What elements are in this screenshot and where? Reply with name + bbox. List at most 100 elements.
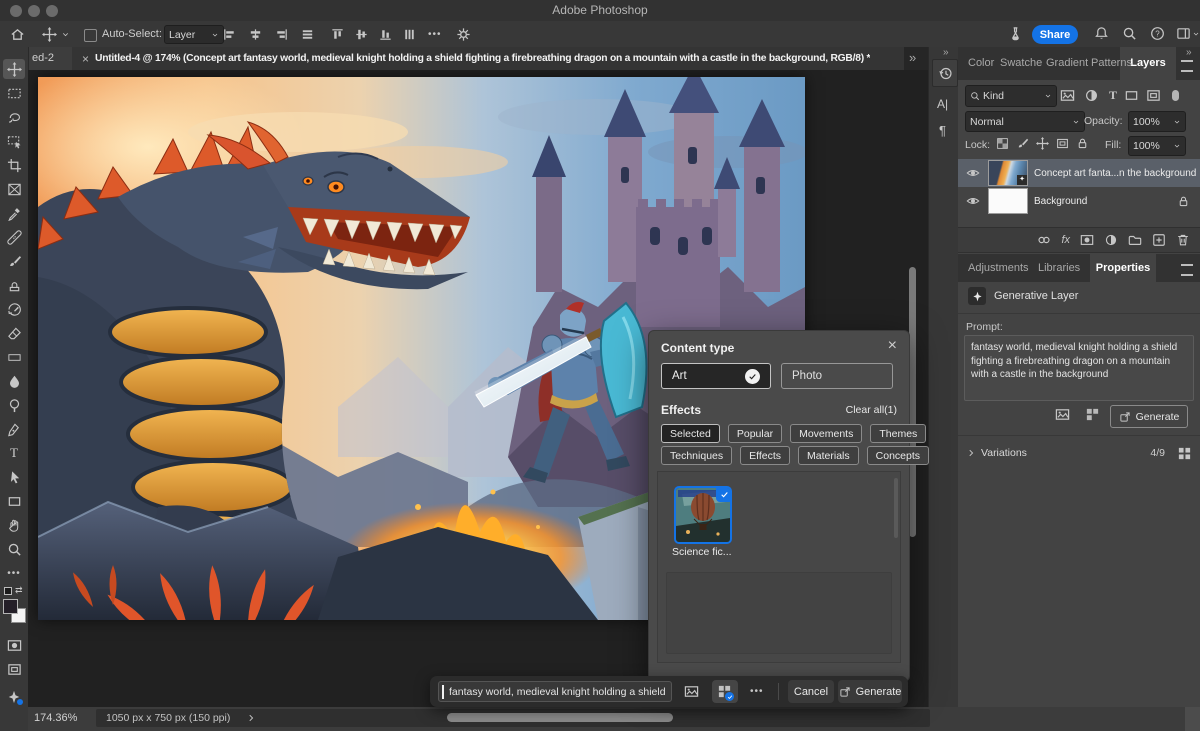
eraser-tool[interactable]	[3, 323, 25, 343]
tab-gradients[interactable]: Gradient	[1046, 47, 1088, 80]
history-panel-icon[interactable]	[932, 59, 958, 87]
opacity-value[interactable]: 100%	[1128, 111, 1186, 132]
effect-thumbnail-science-fiction[interactable]	[674, 486, 732, 544]
align-right-icon[interactable]	[274, 27, 289, 42]
strip-overflow-icon[interactable]: »	[943, 47, 949, 58]
tag-selected[interactable]: Selected	[661, 424, 720, 443]
dodge-tool[interactable]	[3, 395, 25, 415]
cancel-button[interactable]: Cancel	[788, 680, 834, 703]
window-close-button[interactable]	[10, 5, 22, 17]
eyedropper-tool[interactable]	[3, 203, 25, 223]
lock-pixels-icon[interactable]	[1016, 137, 1029, 150]
auto-select-checkbox[interactable]	[84, 29, 97, 42]
tag-techniques[interactable]: Techniques	[661, 446, 732, 465]
align-center-horizontal-icon[interactable]	[248, 27, 263, 42]
type-tool[interactable]: T	[3, 443, 25, 463]
content-type-button[interactable]	[712, 680, 738, 703]
tag-materials[interactable]: Materials	[798, 446, 859, 465]
move-tool[interactable]	[3, 59, 25, 79]
more-options-icon[interactable]: •••	[750, 686, 764, 697]
filter-pixel-layers-icon[interactable]	[1060, 88, 1075, 103]
filter-type-layers-icon[interactable]: T	[1109, 88, 1117, 103]
link-layers-icon[interactable]	[1037, 233, 1051, 247]
layer-effects-icon[interactable]: fx	[1061, 234, 1070, 246]
layer-row-generative[interactable]: ✦ Concept art fanta...n the background	[958, 159, 1200, 187]
share-button[interactable]: Share	[1032, 25, 1078, 44]
distribute-vertical-icon[interactable]	[402, 27, 417, 42]
distribute-horizontal-icon[interactable]	[300, 27, 315, 42]
reference-image-icon[interactable]	[1055, 407, 1070, 422]
lasso-tool[interactable]	[3, 107, 25, 127]
fill-value[interactable]: 100%	[1128, 136, 1186, 156]
panel-menu-icon[interactable]	[1181, 264, 1193, 276]
tab-color[interactable]: Color	[968, 47, 994, 80]
clone-stamp-tool[interactable]	[3, 275, 25, 295]
layer-thumbnail[interactable]	[988, 188, 1028, 214]
filter-smart-objects-icon[interactable]	[1146, 88, 1161, 103]
close-dialog-icon[interactable]: ×	[888, 337, 897, 355]
align-left-icon[interactable]	[222, 27, 237, 42]
add-mask-icon[interactable]	[1080, 233, 1094, 247]
flask-icon[interactable]	[1008, 26, 1023, 41]
window-zoom-button[interactable]	[46, 5, 58, 17]
path-selection-tool[interactable]	[3, 467, 25, 487]
filter-shape-layers-icon[interactable]	[1124, 88, 1139, 103]
hand-tool[interactable]	[3, 515, 25, 535]
tab-patterns[interactable]: Patterns	[1091, 47, 1132, 80]
frame-tool[interactable]	[3, 179, 25, 199]
align-top-icon[interactable]	[330, 27, 345, 42]
screen-mode-icon[interactable]	[3, 659, 25, 679]
layer-thumbnail[interactable]: ✦	[988, 160, 1028, 186]
content-type-art-button[interactable]: Art	[661, 363, 771, 389]
new-group-icon[interactable]	[1128, 233, 1142, 247]
window-minimize-button[interactable]	[28, 5, 40, 17]
tab-document-active[interactable]: × Untitled-4 @ 174% (Concept art fantasy…	[72, 47, 904, 70]
tab-libraries[interactable]: Libraries	[1038, 254, 1080, 282]
delete-layer-icon[interactable]	[1176, 233, 1190, 247]
layer-visibility-icon[interactable]	[966, 194, 980, 208]
panel-resize-corner[interactable]	[1185, 707, 1200, 731]
filter-adjustment-layers-icon[interactable]	[1084, 88, 1099, 103]
tag-concepts[interactable]: Concepts	[867, 446, 929, 465]
chevron-right-icon[interactable]	[246, 713, 256, 723]
tab-document-previous[interactable]: ed-2	[28, 47, 75, 70]
object-selection-tool[interactable]	[3, 131, 25, 151]
gear-icon[interactable]	[456, 27, 471, 42]
align-bottom-icon[interactable]	[378, 27, 393, 42]
lock-position-icon[interactable]	[1036, 137, 1049, 150]
tag-movements[interactable]: Movements	[790, 424, 862, 443]
marquee-tool[interactable]	[3, 83, 25, 103]
swap-colors-icon[interactable]: ⇄	[15, 585, 23, 596]
clear-all-link[interactable]: Clear all(1)	[846, 404, 897, 416]
tag-effects[interactable]: Effects	[740, 446, 790, 465]
auto-select-target-dropdown[interactable]: Layer	[164, 25, 224, 44]
workspace-layout-icon[interactable]	[1176, 26, 1191, 41]
prompt-textarea[interactable]: fantasy world, medieval knight holding a…	[964, 335, 1194, 401]
layer-row-background[interactable]: Background	[958, 187, 1200, 215]
history-brush-tool[interactable]	[3, 299, 25, 319]
lock-transparency-icon[interactable]	[996, 137, 1009, 150]
brush-tool[interactable]	[3, 251, 25, 271]
home-icon[interactable]	[10, 27, 25, 42]
generate-button[interactable]: Generate	[1110, 405, 1188, 428]
zoom-level[interactable]: 174.36%	[34, 712, 77, 724]
quick-mask-icon[interactable]	[3, 635, 25, 655]
generative-fill-icon[interactable]	[3, 687, 25, 707]
new-layer-icon[interactable]	[1152, 233, 1166, 247]
filter-toggle-icon[interactable]	[1172, 90, 1179, 101]
crop-tool[interactable]	[3, 155, 25, 175]
panel-menu-icon[interactable]	[1181, 60, 1193, 72]
lock-all-icon[interactable]	[1076, 137, 1089, 150]
blur-tool[interactable]	[3, 371, 25, 391]
tab-swatches[interactable]: Swatche	[1000, 47, 1042, 80]
canvas-horizontal-scrollbar[interactable]	[447, 713, 673, 722]
align-middle-vertical-icon[interactable]	[354, 27, 369, 42]
variations-grid-icon[interactable]	[1177, 446, 1192, 461]
tab-adjustments[interactable]: Adjustments	[968, 254, 1029, 282]
rectangle-tool[interactable]	[3, 491, 25, 511]
character-panel-icon[interactable]: A|	[937, 97, 948, 111]
more-options-icon[interactable]: •••	[428, 29, 442, 40]
tab-properties[interactable]: Properties	[1090, 254, 1156, 282]
layer-filter-dropdown[interactable]: Kind	[965, 85, 1057, 107]
default-colors-icon[interactable]	[4, 587, 12, 595]
